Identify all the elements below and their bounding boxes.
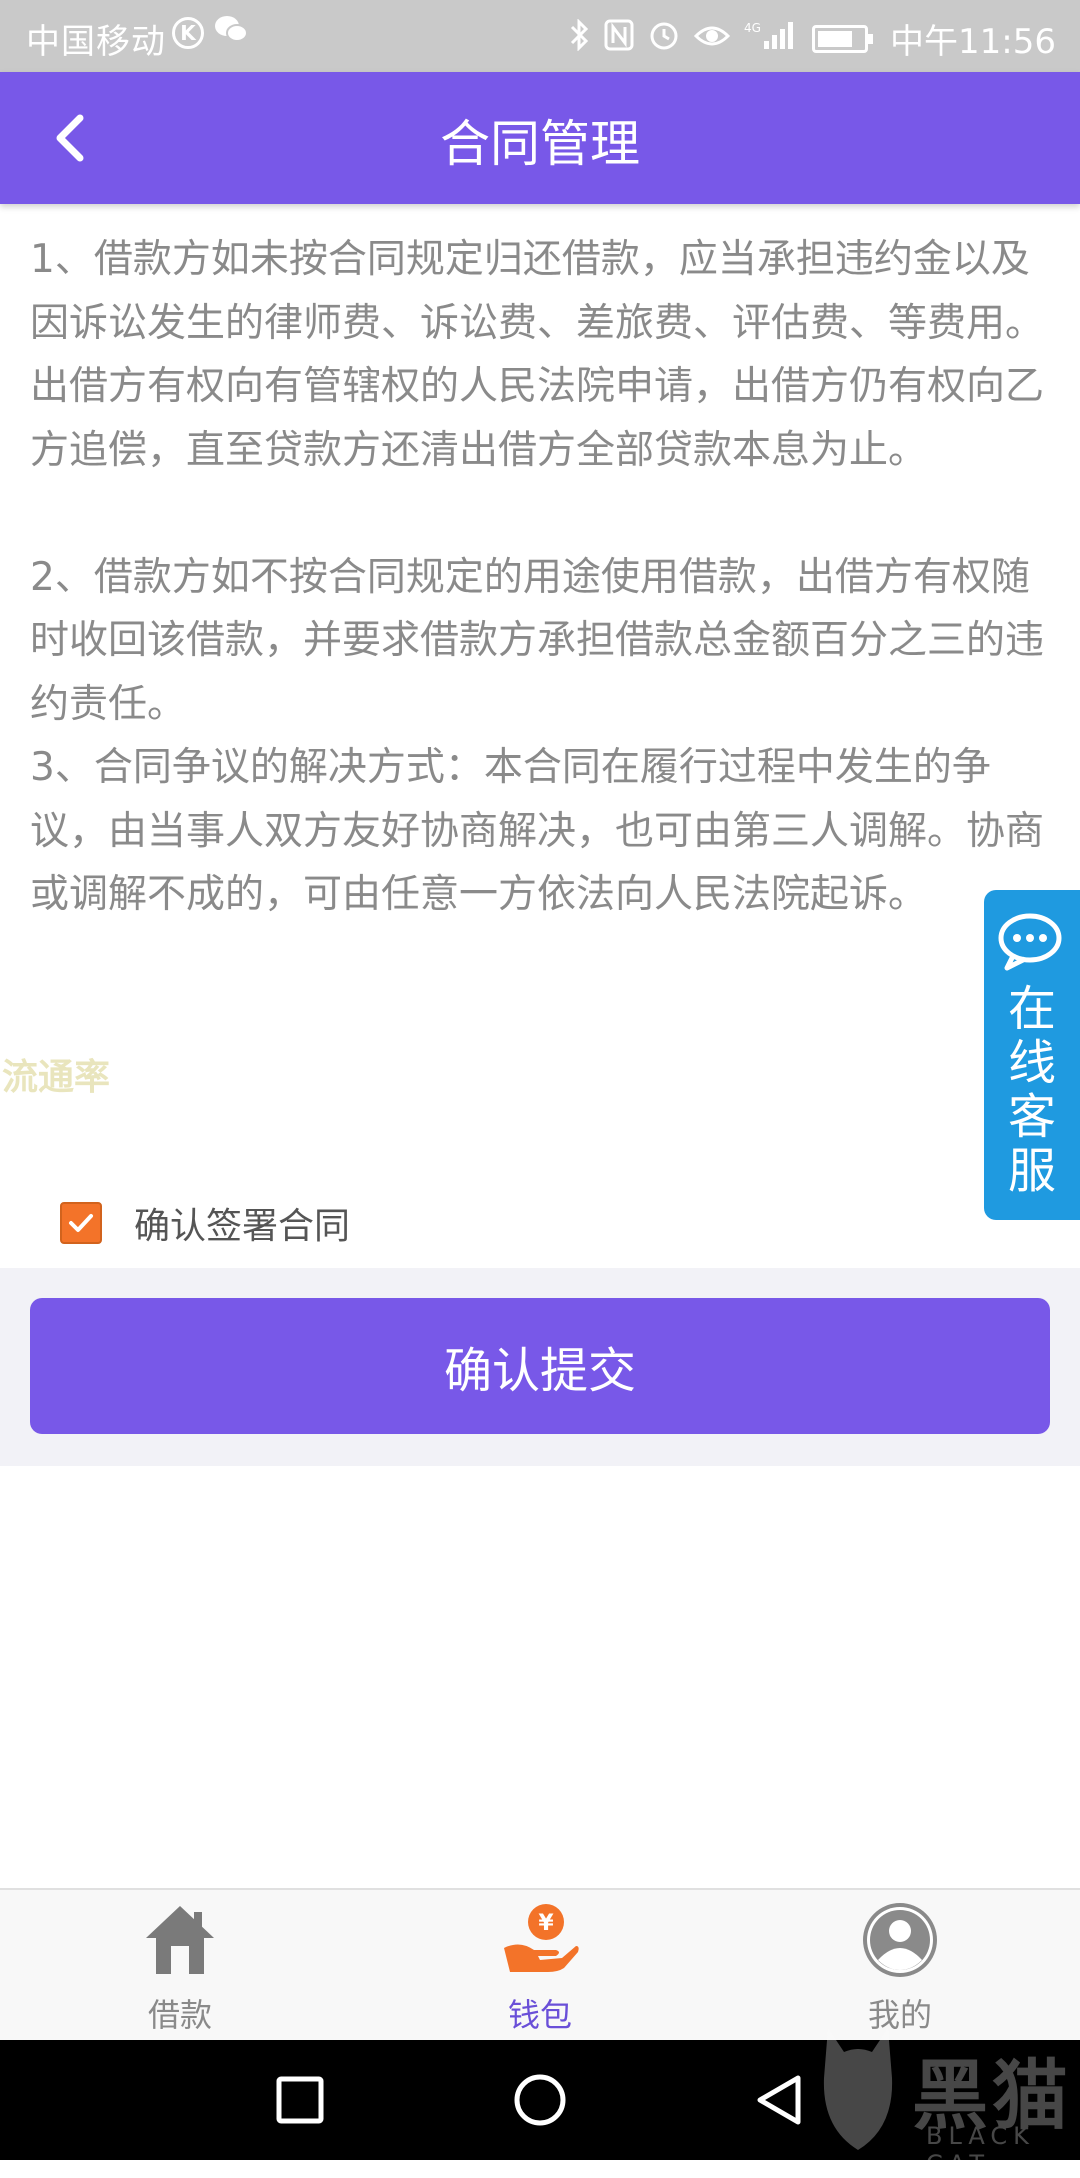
overlay-watermark: 流通率 <box>2 1057 111 1098</box>
k-app-icon: K <box>172 17 204 49</box>
nfc-icon <box>604 19 634 59</box>
alarm-icon <box>648 19 680 59</box>
checkmark-icon <box>69 1214 93 1232</box>
contract-clause-3: 3、合同争议的解决方式：本合同在履行过程中发生的争议，由当事人双方友好协商解决，… <box>30 745 1045 917</box>
brand-subtext: BLACK CAT <box>926 2122 1035 2178</box>
status-right-icons: 4G 中午11:56 <box>568 14 1056 63</box>
back-nav-button[interactable] <box>750 2070 810 2130</box>
bluetooth-icon <box>568 17 590 59</box>
contract-text: 1、借款方如未按合同规定归还借款，应当承担违约金以及因诉讼发生的律师费、诉讼费、… <box>30 228 1050 927</box>
user-icon <box>863 1903 937 1977</box>
tab-wallet-label: 钱包 <box>507 1996 572 2034</box>
eye-icon <box>693 20 731 58</box>
agree-label: 确认签署合同 <box>134 1206 351 1247</box>
clock-time: 中午11:56 <box>890 22 1056 62</box>
tab-borrow-label: 借款 <box>147 1996 212 2034</box>
online-service-label: 在线客服 <box>1007 981 1056 1199</box>
status-left-icons: K <box>172 14 248 52</box>
agree-checkbox[interactable] <box>60 1202 102 1244</box>
submit-area: 确认提交 <box>0 1268 1080 1466</box>
contract-clause-2: 2、借款方如不按合同规定的用途使用借款，出借方有权随时收回该借款，并要求借款方承… <box>30 554 1045 727</box>
home-button[interactable] <box>510 2070 570 2130</box>
online-service-button[interactable]: 在线客服 <box>984 890 1080 1220</box>
cat-logo-icon <box>823 2028 893 2150</box>
recents-button[interactable] <box>270 2070 330 2130</box>
status-bar: 中国移动 K 4G 中午11:56 <box>0 0 1080 72</box>
chat-bubble-icon <box>998 913 1062 971</box>
wallet-yen-icon: ¥ <box>504 1904 579 1972</box>
contract-clause-1: 1、借款方如未按合同规定归还借款，应当承担违约金以及因诉讼发生的律师费、诉讼费、… <box>30 237 1045 473</box>
wechat-icon <box>214 14 248 52</box>
submit-button[interactable]: 确认提交 <box>30 1298 1050 1434</box>
battery-icon <box>812 24 874 53</box>
agree-contract-row[interactable]: 确认签署合同 <box>60 1197 350 1249</box>
svg-text:4G: 4G <box>744 21 761 35</box>
signal-icon: 4G <box>744 19 798 59</box>
carrier-name: 中国移动 <box>26 22 166 62</box>
tab-wallet[interactable]: ¥ 钱包 <box>440 1890 640 2040</box>
svg-text:¥: ¥ <box>538 1911 554 1936</box>
house-icon <box>146 1906 214 1974</box>
page-title: 合同管理 <box>440 115 640 173</box>
app-header: 合同管理 <box>0 72 1080 204</box>
tab-borrow[interactable]: 借款 <box>80 1890 280 2040</box>
brand-watermark: 黑猫 BLACK CAT <box>808 2018 1080 2178</box>
